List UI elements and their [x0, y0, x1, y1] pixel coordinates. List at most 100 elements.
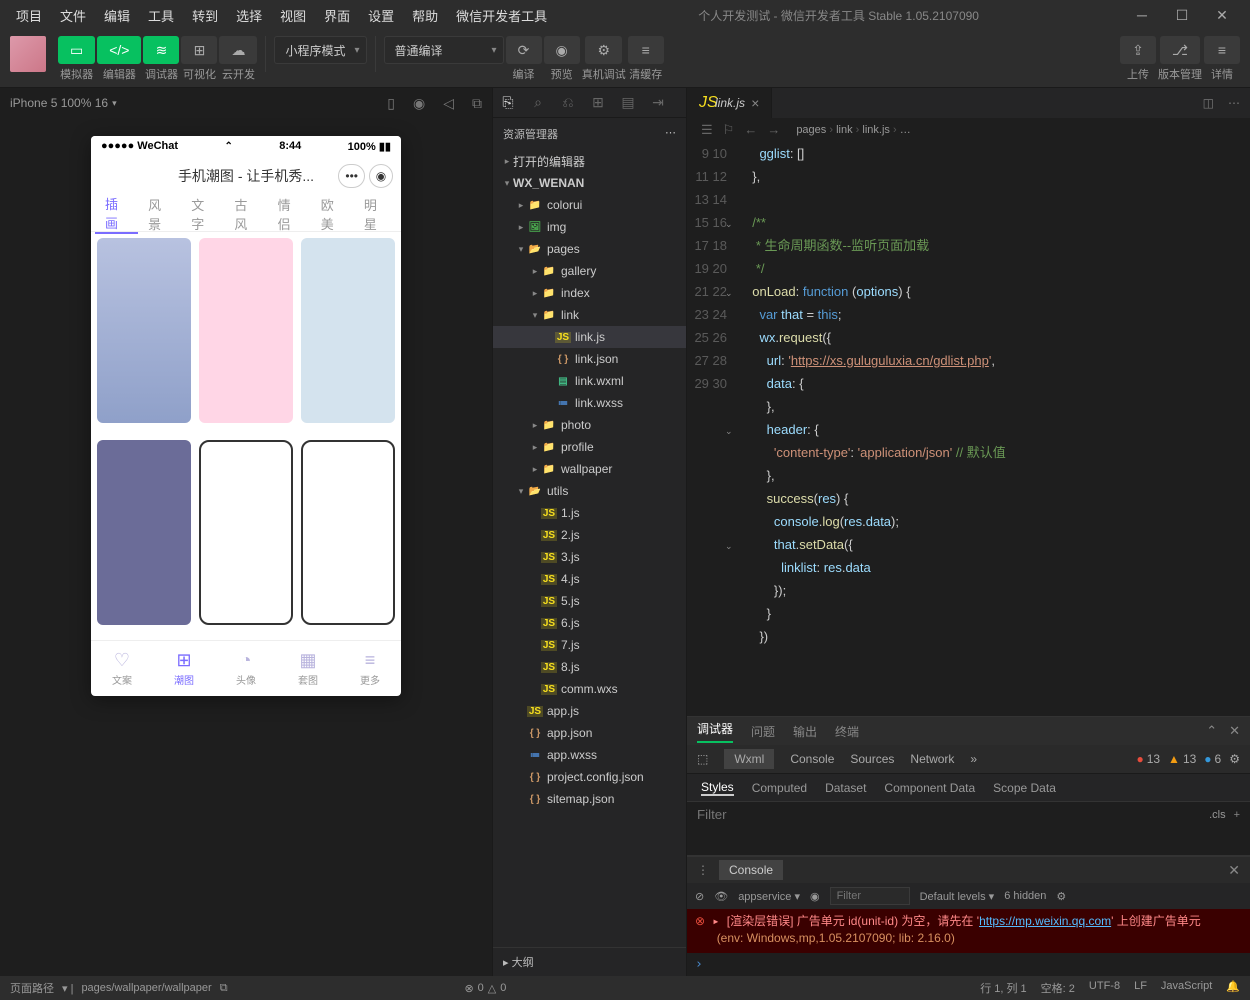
explorer-more-icon[interactable]: ⋯ — [665, 126, 676, 142]
wallpaper-item[interactable] — [199, 238, 293, 423]
tab-compdata[interactable]: Component Data — [884, 781, 975, 795]
add-style-icon[interactable]: + — [1234, 809, 1240, 821]
tree-item-2.js[interactable]: JS2.js — [493, 524, 686, 546]
copy-path-icon[interactable]: ⧉ — [220, 982, 228, 995]
console-settings-icon[interactable]: ⚙ — [1056, 890, 1066, 903]
indent-setting[interactable]: 空格: 2 — [1041, 980, 1075, 996]
tree-item-photo[interactable]: ▸📁photo — [493, 414, 686, 436]
tab-sources[interactable]: Sources — [850, 752, 894, 766]
device-icon[interactable]: ▯ — [387, 95, 395, 112]
project-root[interactable]: ▾WX_WENAN — [493, 172, 686, 194]
wallpaper-item[interactable] — [301, 238, 395, 423]
wallpaper-item[interactable] — [97, 238, 191, 423]
split-editor-icon[interactable]: ◫ — [1203, 96, 1214, 110]
menu-文件[interactable]: 文件 — [52, 2, 94, 29]
crumb[interactable]: … — [900, 124, 911, 136]
console-eye-icon[interactable]: 👁 — [714, 890, 728, 903]
maximize-button[interactable]: ☐ — [1162, 0, 1202, 30]
tabbar-item[interactable]: ◔头像 — [215, 641, 277, 696]
device-selector[interactable]: iPhone 5 100% 16 — [10, 96, 108, 110]
cloud-button[interactable]: ☁ — [219, 36, 257, 64]
status-warn-icon[interactable]: △ — [488, 982, 496, 995]
tree-item-profile[interactable]: ▸📁profile — [493, 436, 686, 458]
tree-item-app.js[interactable]: JSapp.js — [493, 700, 686, 722]
list-icon[interactable]: ☰ — [701, 122, 713, 138]
compile-button[interactable]: ⟳ — [506, 36, 542, 64]
upload-button[interactable]: ⇪ — [1120, 36, 1156, 64]
hidden-count[interactable]: 6 hidden — [1004, 890, 1046, 902]
error-count[interactable]: 13 — [1136, 752, 1160, 766]
visual-button[interactable]: ⊞ — [181, 36, 217, 64]
tab-debugger[interactable]: 调试器 — [697, 720, 733, 743]
menu-转到[interactable]: 转到 — [184, 2, 226, 29]
clear-cache-button[interactable]: ≡ — [628, 36, 664, 64]
tab-terminal[interactable]: 终端 — [835, 723, 859, 740]
console-filter-input[interactable] — [830, 887, 910, 905]
tree-item-link.wxml[interactable]: ▤link.wxml — [493, 370, 686, 392]
context-selector[interactable]: appservice ▾ — [738, 890, 800, 903]
category-tab[interactable]: 文字 — [181, 195, 224, 233]
console-tab[interactable]: Console — [719, 860, 783, 880]
tree-item-4.js[interactable]: JS4.js — [493, 568, 686, 590]
menu-设置[interactable]: 设置 — [360, 2, 402, 29]
tree-item-6.js[interactable]: JS6.js — [493, 612, 686, 634]
debugger-button[interactable]: ≋ — [143, 36, 179, 64]
tree-item-app.wxss[interactable]: ≔app.wxss — [493, 744, 686, 766]
devtools-settings-icon[interactable]: ⚙ — [1229, 752, 1240, 766]
explorer-tab-search[interactable]: ⌕ — [523, 94, 553, 111]
console-drawer-toggle[interactable]: ⋮ — [697, 863, 709, 877]
category-tab[interactable]: 古风 — [224, 195, 267, 233]
console-link[interactable]: https://mp.weixin.qq.com — [979, 914, 1111, 928]
page-path-value[interactable]: pages/wallpaper/wallpaper — [81, 982, 211, 994]
tabbar-item[interactable]: ♡文案 — [91, 641, 153, 696]
collapse-icon[interactable]: ⌃ — [1206, 723, 1217, 739]
info-count[interactable]: 6 — [1204, 752, 1221, 766]
category-tab[interactable]: 风景 — [138, 195, 181, 233]
close-tab-icon[interactable]: × — [751, 95, 759, 111]
wallpaper-item[interactable] — [199, 440, 293, 625]
tab-scopedata[interactable]: Scope Data — [993, 781, 1056, 795]
tabbar-item[interactable]: ▦套图 — [277, 641, 339, 696]
tree-item-8.js[interactable]: JS8.js — [493, 656, 686, 678]
inspect-icon[interactable]: ⬚ — [697, 752, 708, 766]
crumb[interactable]: link.js — [862, 124, 890, 136]
tab-wxml[interactable]: Wxml — [724, 749, 774, 769]
tree-item-sitemap.json[interactable]: { }sitemap.json — [493, 788, 686, 810]
editor-tab-linkjs[interactable]: JS link.js × — [687, 88, 772, 118]
nav-fwd-icon[interactable]: → — [767, 122, 780, 138]
tree-item-app.json[interactable]: { }app.json — [493, 722, 686, 744]
editor-more-icon[interactable]: ⋯ — [1228, 96, 1240, 110]
log-level-selector[interactable]: Default levels ▾ — [920, 890, 995, 903]
tab-network[interactable]: Network — [910, 752, 954, 766]
tabbar-item[interactable]: ⊞潮图 — [153, 641, 215, 696]
console-input[interactable]: › — [687, 953, 1250, 976]
tree-item-comm.wxs[interactable]: JScomm.wxs — [493, 678, 686, 700]
menu-视图[interactable]: 视图 — [272, 2, 314, 29]
tab-styles[interactable]: Styles — [701, 780, 734, 796]
details-button[interactable]: ≡ — [1204, 36, 1240, 64]
menu-微信开发者工具[interactable]: 微信开发者工具 — [448, 2, 555, 29]
menu-界面[interactable]: 界面 — [316, 2, 358, 29]
tab-console[interactable]: Console — [790, 752, 834, 766]
category-tab[interactable]: 插画 — [95, 194, 138, 234]
real-debug-button[interactable]: ⚙ — [585, 36, 622, 64]
outline-section[interactable]: ▸ 大纲 — [493, 947, 686, 976]
tree-item-wallpaper[interactable]: ▸📁wallpaper — [493, 458, 686, 480]
live-expr-icon[interactable]: ◉ — [810, 890, 820, 903]
category-tab[interactable]: 欧美 — [311, 195, 354, 233]
cut-icon[interactable]: ⧉ — [472, 95, 482, 112]
crumb[interactable]: pages — [796, 124, 826, 136]
explorer-tab-ext2[interactable]: ▤ — [613, 94, 643, 111]
menu-编辑[interactable]: 编辑 — [96, 2, 138, 29]
code-editor[interactable]: 9 10 11 12 13 14 15 16 17 18 19 20 21 22… — [687, 142, 1250, 716]
tabbar-item[interactable]: ≡更多 — [339, 641, 401, 696]
version-button[interactable]: ⎇ — [1160, 36, 1200, 64]
editor-button[interactable]: </> — [97, 36, 141, 64]
tree-item-link.js[interactable]: JSlink.js — [493, 326, 686, 348]
tree-item-7.js[interactable]: JS7.js — [493, 634, 686, 656]
category-tab[interactable]: 情侣 — [268, 195, 311, 233]
tab-dataset[interactable]: Dataset — [825, 781, 866, 795]
capsule-menu[interactable]: ••• — [338, 164, 365, 188]
opened-editors-section[interactable]: ▸打开的编辑器 — [493, 150, 686, 172]
user-avatar[interactable] — [10, 36, 46, 72]
